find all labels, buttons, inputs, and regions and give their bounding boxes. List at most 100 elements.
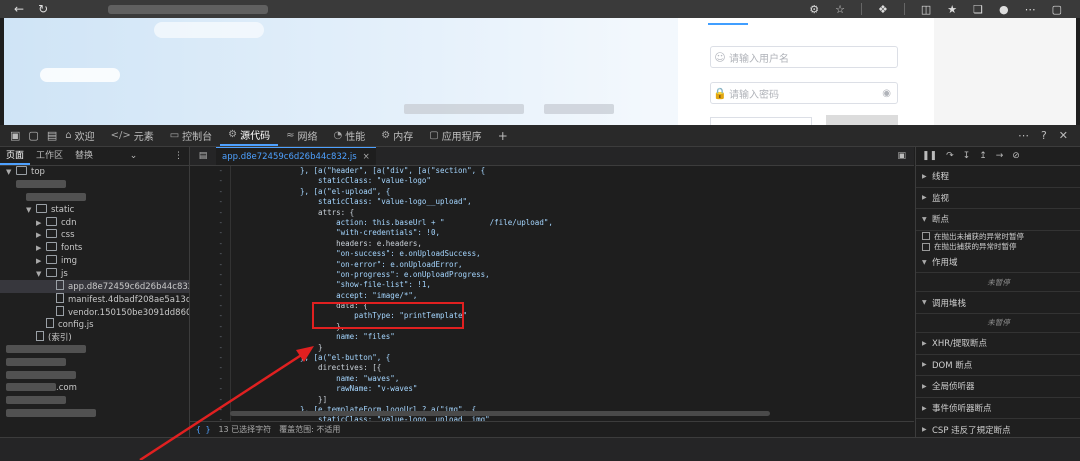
device-icon[interactable]: ▢ <box>28 129 38 142</box>
line-number[interactable]: - <box>190 166 230 176</box>
debugger-section[interactable]: ▶ 全局侦听器 <box>916 376 1080 398</box>
code-line[interactable]: "with-credentials": !0, <box>238 228 553 238</box>
expand-right-icon[interactable]: ▶ <box>922 405 932 412</box>
debugger-section[interactable]: ▼ 作用域 <box>916 252 1080 274</box>
line-number[interactable]: - <box>190 405 230 415</box>
help-icon[interactable]: ? <box>1041 129 1047 142</box>
expand-down-icon[interactable]: ▼ <box>922 299 932 306</box>
line-number[interactable]: - <box>190 197 230 207</box>
expand-right-icon[interactable]: ▶ <box>922 194 932 201</box>
password-input[interactable]: 🔒 请输入密码 ◉ <box>710 82 898 104</box>
sidebar-toggle-icon[interactable]: ▢ <box>1052 3 1062 16</box>
code-line[interactable]: name: "waves", <box>238 374 553 384</box>
panel-toggle-icon[interactable]: ▤ <box>47 129 57 142</box>
tree-file[interactable] <box>0 356 189 369</box>
step-out-icon[interactable]: ↥ <box>979 151 987 161</box>
debugger-section[interactable]: ▼ 断点 <box>916 209 1080 231</box>
inspect-icon[interactable]: ▣ <box>10 129 20 142</box>
step-into-icon[interactable]: ↧ <box>963 151 971 161</box>
read-aloud-icon[interactable]: ⚙ <box>809 3 819 16</box>
debugger-section[interactable]: ▶ DOM 断点 <box>916 355 1080 377</box>
code-line[interactable]: staticClass: "value-logo" <box>238 176 553 186</box>
tree-folder[interactable]: ▼ top <box>0 166 189 179</box>
step-over-icon[interactable]: ↷ <box>946 151 954 161</box>
code-area[interactable]: ------------------------- }, [a("header"… <box>190 166 914 422</box>
tree-folder[interactable]: ▶ cdn <box>0 216 189 230</box>
tab-home[interactable]: ⌂ 欢迎 <box>57 125 102 146</box>
line-number[interactable]: - <box>190 239 230 249</box>
close-icon[interactable]: × <box>363 152 370 162</box>
line-number[interactable]: - <box>190 176 230 186</box>
tree-folder[interactable]: ▼ static <box>0 204 189 217</box>
pause-exception-checkbox[interactable]: 在抛出未捕获的异常时暂停 <box>916 231 1080 242</box>
more-icon[interactable]: ⋮ <box>174 151 189 161</box>
line-number[interactable]: - <box>190 363 230 373</box>
expand-right-icon[interactable]: ▶ <box>36 255 46 268</box>
tree-file[interactable]: app.d8e72459c6d26b44c832.js <box>0 280 189 293</box>
pause-exception-checkbox[interactable]: 在抛出捕获的异常时暂停 <box>916 241 1080 252</box>
line-number[interactable]: - <box>190 280 230 290</box>
line-number[interactable]: - <box>190 374 230 384</box>
tree-file[interactable] <box>0 191 189 204</box>
tree-file[interactable] <box>0 344 189 357</box>
tree-file[interactable]: .com <box>0 382 189 395</box>
tree-file[interactable] <box>0 394 189 407</box>
line-number[interactable]: - <box>190 311 230 321</box>
expand-down-icon[interactable]: ▼ <box>922 259 932 266</box>
step-icon[interactable]: → <box>996 151 1004 161</box>
tree-folder[interactable]: ▶ fonts <box>0 242 189 255</box>
captcha-input[interactable] <box>710 117 812 125</box>
back-icon[interactable]: ← <box>14 2 24 16</box>
expand-down-icon[interactable]: ▼ <box>26 204 36 217</box>
deactivate-breakpoints-icon[interactable]: ⊘ <box>1012 151 1020 161</box>
eye-icon[interactable]: ◉ <box>882 88 891 99</box>
code-line[interactable]: "show-file-list": !1, <box>238 280 553 290</box>
expand-right-icon[interactable]: ▶ <box>922 426 932 433</box>
expand-right-icon[interactable]: ▶ <box>922 173 932 180</box>
editor-tab[interactable]: app.d8e72459c6d26b44c832.js × <box>216 147 376 165</box>
line-number[interactable]: - <box>190 332 230 342</box>
expand-right-icon[interactable]: ▶ <box>922 361 932 368</box>
code-line[interactable]: name: "files" <box>238 332 553 342</box>
subtab-overrides[interactable]: 替换 <box>69 147 99 165</box>
debugger-section[interactable]: ▶ XHR/提取断点 <box>916 333 1080 355</box>
split-icon[interactable]: ◫ <box>921 3 931 16</box>
expand-right-icon[interactable]: ▶ <box>922 340 932 347</box>
tab-application[interactable]: ▢ 应用程序 <box>421 125 489 146</box>
code-line[interactable]: attrs: { <box>238 208 553 218</box>
checkbox[interactable] <box>922 242 930 251</box>
code-line[interactable]: rawName: "v-waves" <box>238 384 553 394</box>
expand-down-icon[interactable]: ▼ <box>922 216 932 223</box>
tree-file[interactable] <box>0 369 189 382</box>
debugger-section[interactable]: ▶ CSP 违反了規定断点 <box>916 419 1080 437</box>
close-icon[interactable]: ✕ <box>1059 129 1068 142</box>
debugger-section[interactable]: ▼ 调用堆栈 <box>916 292 1080 314</box>
code-line[interactable]: headers: e.headers, <box>238 239 553 249</box>
debugger-toggle-icon[interactable]: ▣ <box>897 151 914 161</box>
tree-folder[interactable]: ▶ css <box>0 229 189 242</box>
line-number[interactable]: - <box>190 228 230 238</box>
collections-icon[interactable]: ❏ <box>973 3 983 16</box>
tab-performance[interactable]: ◔ 性能 <box>326 125 374 146</box>
tree-file[interactable] <box>0 179 189 192</box>
extensions-icon[interactable]: ❖ <box>878 3 888 16</box>
captcha-image[interactable] <box>826 115 898 125</box>
subtab-pages[interactable]: 页面 <box>0 147 31 165</box>
source-code[interactable]: }, [a("header", [a("div", [a("section", … <box>238 166 553 422</box>
line-number[interactable]: - <box>190 343 230 353</box>
code-line[interactable]: }, [a("el-upload", { <box>238 187 553 197</box>
code-line[interactable]: directives: [{ <box>238 363 553 373</box>
add-tab-icon[interactable]: + <box>490 129 516 143</box>
code-line[interactable]: staticClass: "value-logo__upload", <box>238 197 553 207</box>
favorites-list-icon[interactable]: ★ <box>947 3 957 16</box>
subtab-workspace[interactable]: 工作区 <box>30 147 69 165</box>
code-line[interactable]: }, [a("el-button", { <box>238 353 553 363</box>
debugger-section[interactable]: ▶ 线程 <box>916 166 1080 188</box>
checkbox[interactable] <box>922 232 930 241</box>
tree-file[interactable]: manifest.4dbadf208ae5a13c0e51.js <box>0 292 189 306</box>
tab-wifi[interactable]: ≈ 网络 <box>278 125 325 146</box>
code-line[interactable]: action: this.baseUrl + " /file/upload", <box>238 218 553 228</box>
code-line[interactable]: "on-success": e.onUploadSuccess, <box>238 249 553 259</box>
more-icon[interactable]: ⋯ <box>1018 129 1029 142</box>
line-number[interactable]: - <box>190 301 230 311</box>
